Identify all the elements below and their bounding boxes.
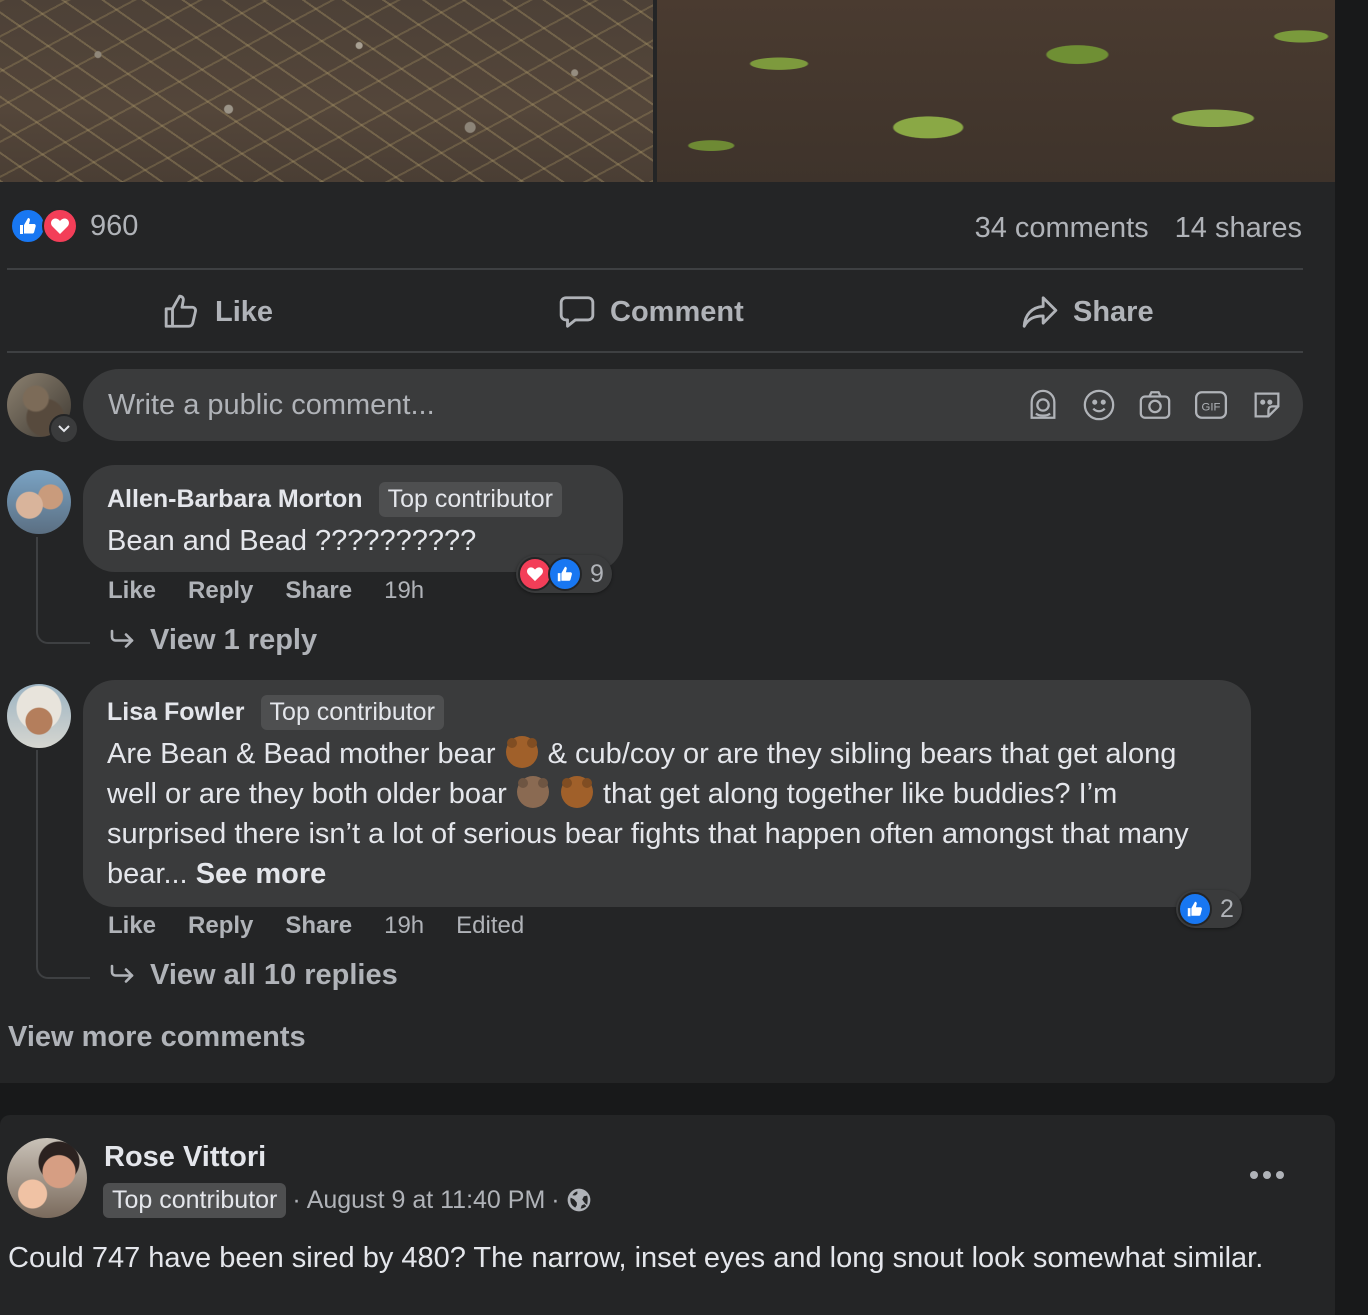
- comment-reactions[interactable]: 9: [516, 555, 612, 593]
- post-card: 960 34 comments 14 shares Like Comment S…: [0, 0, 1335, 1083]
- sticker-icon[interactable]: [1250, 388, 1284, 422]
- emoji-icon[interactable]: [1082, 388, 1116, 422]
- gif-icon[interactable]: GIF: [1194, 388, 1228, 422]
- bear-emoji-icon: [505, 736, 538, 768]
- reaction-count: 960: [90, 209, 139, 242]
- shares-count-link[interactable]: 14 shares: [1175, 212, 1302, 245]
- comment-bubble: Lisa Fowler Top contributor Are Bean & B…: [83, 680, 1251, 907]
- comment-reaction-count: 2: [1220, 894, 1234, 923]
- divider: [7, 351, 1303, 353]
- comment-reply-button[interactable]: Reply: [188, 577, 253, 605]
- meta-separator: ·: [551, 1185, 560, 1214]
- see-more-link[interactable]: See more: [196, 858, 327, 890]
- comments-count-link[interactable]: 34 comments: [975, 212, 1149, 245]
- commenter-avatar[interactable]: [7, 684, 71, 748]
- love-reaction-icon: [518, 557, 552, 591]
- share-arrow-icon: [1022, 296, 1058, 328]
- chevron-down-icon[interactable]: [49, 414, 79, 444]
- comment-reply-button[interactable]: Reply: [188, 912, 253, 940]
- comment-button-label: Comment: [610, 295, 744, 328]
- comment-actions: Like Reply Share 19h: [108, 574, 456, 608]
- comment-reactions[interactable]: 2: [1176, 890, 1242, 928]
- comment-author[interactable]: Allen-Barbara Morton: [107, 485, 363, 514]
- comment-timestamp[interactable]: 19h: [384, 912, 424, 940]
- comment-timestamp[interactable]: 19h: [384, 577, 424, 605]
- like-button[interactable]: Like: [163, 289, 273, 335]
- dot-icon: [1263, 1171, 1271, 1179]
- more-options-button[interactable]: [1250, 1160, 1284, 1190]
- share-button[interactable]: Share: [1021, 289, 1154, 335]
- comment-like-button[interactable]: Like: [108, 912, 156, 940]
- post-author-avatar[interactable]: [7, 1138, 87, 1218]
- boar-emoji-icon: [516, 776, 549, 808]
- comment-button[interactable]: Comment: [558, 289, 744, 335]
- post-photo-right[interactable]: [657, 0, 1335, 182]
- love-reaction-icon: [42, 208, 78, 244]
- meta-separator: ·: [292, 1185, 301, 1214]
- view-more-comments-link[interactable]: View more comments: [8, 1021, 306, 1054]
- comment-text-part: Are Bean & Bead mother bear: [107, 738, 496, 770]
- thread-line: [36, 537, 90, 644]
- post-author-name[interactable]: Rose Vittori: [104, 1141, 266, 1174]
- like-reaction-icon: [10, 208, 46, 244]
- edited-label[interactable]: Edited: [456, 912, 524, 940]
- comment-like-button[interactable]: Like: [108, 577, 156, 605]
- comment-share-button[interactable]: Share: [285, 577, 352, 605]
- view-replies-link[interactable]: View 1 reply: [108, 620, 317, 660]
- top-contributor-badge: Top contributor: [103, 1182, 287, 1218]
- thumbs-up-icon: [164, 294, 197, 328]
- comment-input[interactable]: Write a public comment...: [83, 369, 1303, 441]
- dot-icon: [1276, 1171, 1284, 1179]
- comment-reaction-count: 9: [590, 559, 604, 588]
- post-photo-left[interactable]: [0, 0, 653, 182]
- view-replies-label: View all 10 replies: [150, 958, 398, 991]
- reply-arrow-icon: [110, 629, 134, 648]
- top-contributor-badge: Top contributor: [378, 481, 562, 517]
- reactions-summary[interactable]: 960: [10, 208, 138, 244]
- globe-icon[interactable]: [566, 1187, 592, 1213]
- commenter-avatar[interactable]: [7, 470, 71, 534]
- view-replies-link[interactable]: View all 10 replies: [108, 955, 398, 995]
- svg-text:GIF: GIF: [1202, 402, 1221, 414]
- like-reaction-icon: [548, 557, 582, 591]
- thread-line: [36, 750, 90, 979]
- comment-actions: Like Reply Share 19h Edited: [108, 909, 556, 943]
- post-stats: 34 comments 14 shares: [975, 208, 1302, 248]
- comment-text: Bean and Bead ??????????: [107, 525, 477, 557]
- dot-icon: [1250, 1171, 1258, 1179]
- reply-arrow-icon: [110, 964, 134, 983]
- comment-icon: [559, 296, 595, 328]
- bear-emoji-icon: [560, 776, 593, 808]
- avatar-sticker-icon[interactable]: [1026, 388, 1060, 422]
- divider: [7, 268, 1303, 270]
- view-replies-label: View 1 reply: [150, 623, 318, 656]
- like-reaction-icon: [1178, 892, 1212, 926]
- camera-icon[interactable]: [1138, 388, 1172, 422]
- comment-share-button[interactable]: Share: [285, 912, 352, 940]
- like-button-label: Like: [215, 295, 274, 328]
- post-meta: Top contributor · August 9 at 11:40 PM ·: [103, 1180, 592, 1220]
- share-button-label: Share: [1073, 295, 1154, 328]
- post-text: Could 747 have been sired by 480? The na…: [8, 1242, 1264, 1274]
- post-timestamp[interactable]: August 9 at 11:40 PM: [307, 1186, 546, 1215]
- comment-author[interactable]: Lisa Fowler: [107, 698, 245, 727]
- comment-text: Are Bean & Bead mother bear & cub/coy or…: [107, 734, 1227, 894]
- top-contributor-badge: Top contributor: [260, 694, 444, 730]
